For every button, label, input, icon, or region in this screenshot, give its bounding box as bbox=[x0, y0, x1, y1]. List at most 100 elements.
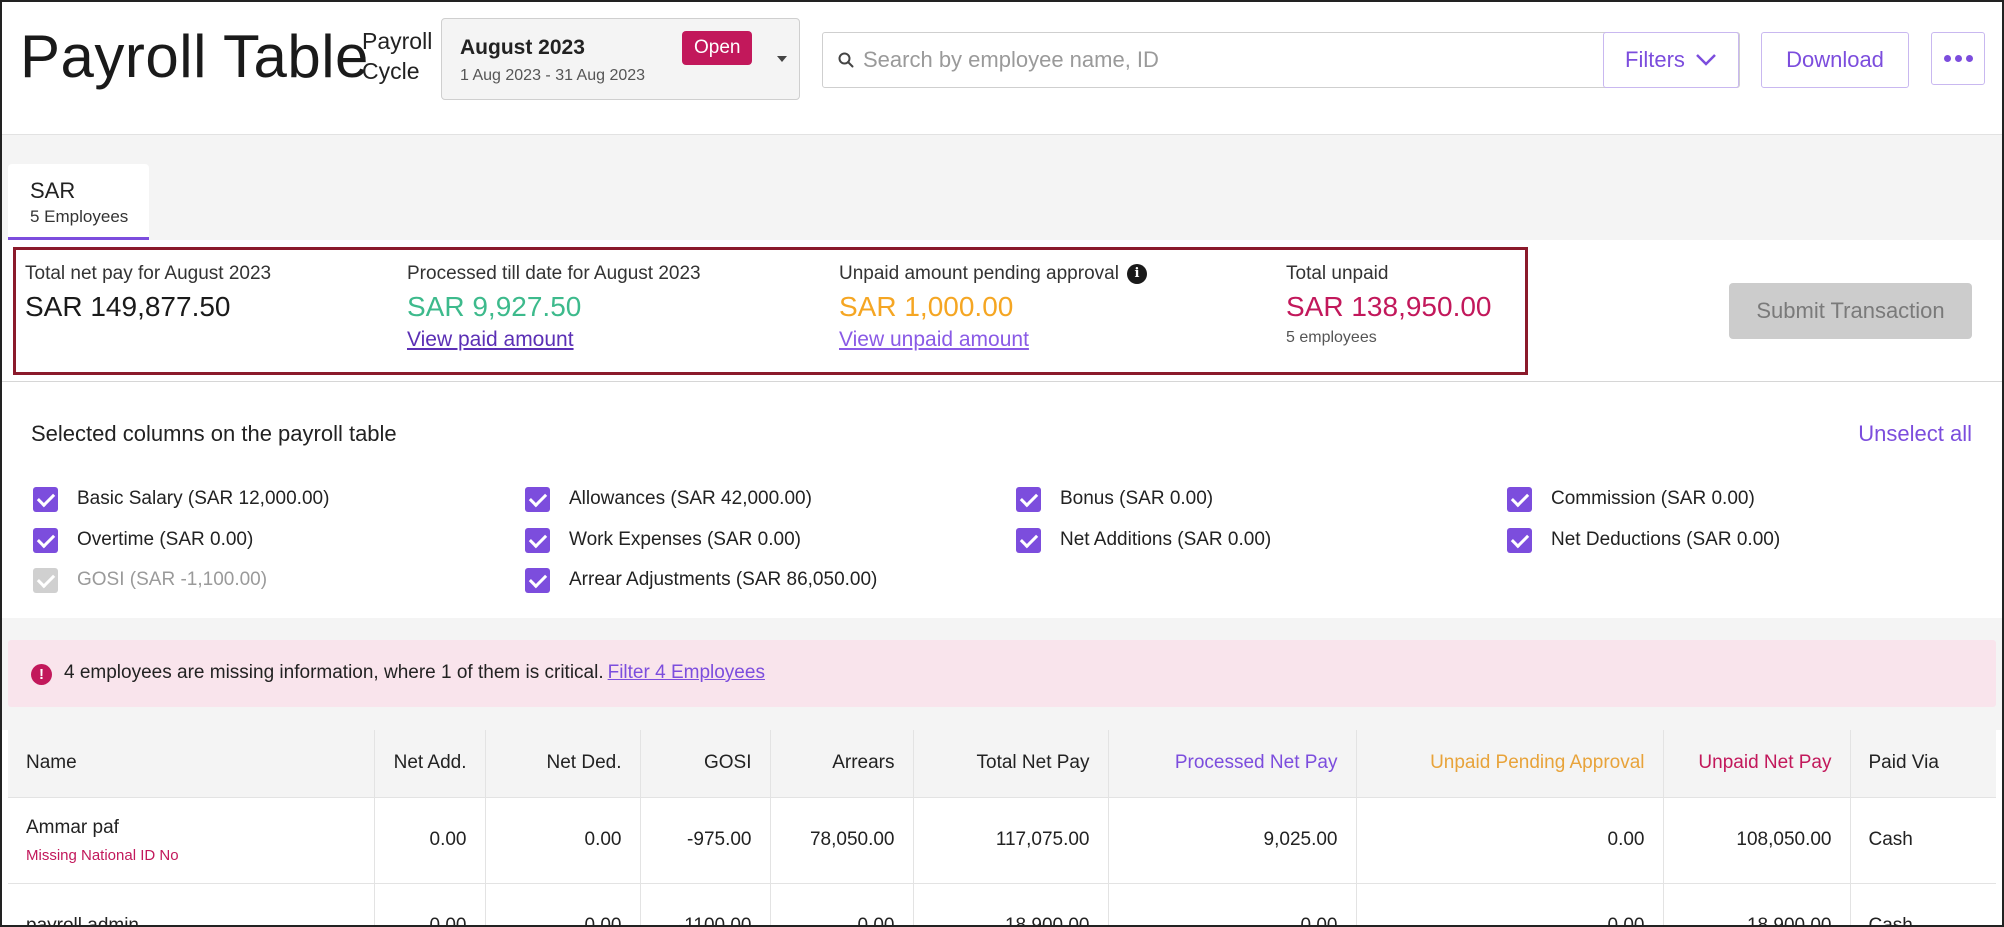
payroll-cycle-label: Payroll Cycle bbox=[362, 28, 433, 84]
checkbox-checked-icon bbox=[525, 486, 550, 512]
cell-arrears: 78,050.00 bbox=[770, 797, 914, 884]
header-gosi[interactable]: GOSI bbox=[640, 730, 771, 798]
column-checkbox-gosi: GOSI (SAR -1,100.00) bbox=[33, 565, 267, 595]
column-checkbox-bonus[interactable]: Bonus (SAR 0.00) bbox=[1016, 484, 1213, 514]
selected-columns-section: Selected columns on the payroll table Un… bbox=[2, 383, 2002, 618]
checkbox-checked-icon bbox=[1016, 486, 1041, 512]
currency-tab-bar bbox=[2, 135, 2002, 240]
payroll-cycle-select[interactable]: August 2023 1 Aug 2023 - 31 Aug 2023 Ope… bbox=[441, 18, 800, 100]
header-unpaid-pending-approval[interactable]: Unpaid Pending Approval bbox=[1356, 730, 1664, 798]
tab-employee-count: 5 Employees bbox=[30, 207, 129, 226]
cell-arrears: 0.00 bbox=[770, 883, 914, 925]
checkbox-label: Work Expenses (SAR 0.00) bbox=[569, 529, 801, 550]
search-icon bbox=[838, 52, 854, 68]
caret-down-icon bbox=[777, 56, 787, 62]
checkbox-label: GOSI (SAR -1,100.00) bbox=[77, 569, 268, 590]
header-net-add[interactable]: Net Add. bbox=[374, 730, 486, 798]
checkbox-label: Overtime (SAR 0.00) bbox=[77, 529, 254, 550]
app-frame: Payroll Table Payroll Cycle August 2023 … bbox=[0, 0, 2004, 927]
checkbox-checked-icon bbox=[525, 567, 550, 593]
tab-label: SAR bbox=[30, 178, 76, 203]
header-name[interactable]: Name bbox=[8, 730, 375, 798]
submit-transaction-button[interactable]: Submit Transaction bbox=[1729, 283, 1972, 339]
employee-name[interactable]: payroll admin bbox=[26, 915, 356, 925]
header-total-net-pay[interactable]: Total Net Pay bbox=[913, 730, 1109, 798]
checkbox-label: Net Deductions (SAR 0.00) bbox=[1551, 529, 1781, 550]
total-unpaid-employee-count: 5 employees bbox=[1286, 329, 1377, 346]
summary-highlight-box: Total net pay for August 2023 SAR 149,87… bbox=[13, 247, 1528, 375]
cycle-month: August 2023 bbox=[460, 36, 585, 59]
column-checkbox-basic-salary[interactable]: Basic Salary (SAR 12,000.00) bbox=[33, 484, 329, 514]
total-net-pay-block: Total net pay for August 2023 SAR 149,87… bbox=[25, 263, 271, 323]
cell-unpaid-pending-approval: 0.00 bbox=[1356, 883, 1664, 925]
table-row[interactable]: Ammar paf Missing National ID No 0.00 0.… bbox=[8, 797, 1996, 884]
column-checkbox-commission[interactable]: Commission (SAR 0.00) bbox=[1507, 484, 1755, 514]
tab-sar[interactable]: SAR 5 Employees bbox=[8, 164, 149, 240]
cell-paid-via: Cash bbox=[1850, 797, 1996, 884]
total-unpaid-label: Total unpaid bbox=[1286, 263, 1389, 284]
checkbox-label: Commission (SAR 0.00) bbox=[1551, 488, 1755, 509]
header-paid-via[interactable]: Paid Via bbox=[1850, 730, 1996, 798]
total-net-pay-label: Total net pay for August 2023 bbox=[25, 263, 272, 284]
filter-employees-link[interactable]: Filter 4 Employees bbox=[608, 662, 765, 683]
cycle-status-badge: Open bbox=[682, 31, 753, 65]
cycle-date-range: 1 Aug 2023 - 31 Aug 2023 bbox=[460, 67, 646, 84]
cell-gosi: -1100.00 bbox=[640, 883, 771, 925]
processed-block: Processed till date for August 2023 SAR … bbox=[407, 263, 701, 352]
column-checkbox-allowances[interactable]: Allowances (SAR 42,000.00) bbox=[525, 484, 812, 514]
column-checkbox-arrear-adjustments[interactable]: Arrear Adjustments (SAR 86,050.00) bbox=[525, 565, 877, 595]
chevron-down-icon bbox=[1696, 54, 1716, 66]
column-checkbox-work-expenses[interactable]: Work Expenses (SAR 0.00) bbox=[525, 525, 801, 555]
table-header-row: Name Net Add. Net Ded. GOSI Arrears Tota… bbox=[8, 730, 1996, 798]
employee-missing-info: Missing National ID No bbox=[26, 846, 179, 864]
column-checkbox-overtime[interactable]: Overtime (SAR 0.00) bbox=[33, 525, 253, 555]
search-input[interactable] bbox=[863, 41, 1603, 79]
checkbox-label: Arrear Adjustments (SAR 86,050.00) bbox=[569, 569, 878, 590]
cell-processed-net-pay: 9,025.00 bbox=[1108, 797, 1357, 884]
checkbox-checked-icon bbox=[1507, 486, 1532, 512]
processed-value: SAR 9,927.50 bbox=[407, 291, 582, 322]
page-title: Payroll Table bbox=[20, 23, 369, 90]
cell-unpaid-pending-approval: 0.00 bbox=[1356, 797, 1664, 884]
cell-total-net-pay: 18,900.00 bbox=[913, 883, 1109, 925]
checkbox-checked-icon bbox=[525, 527, 550, 553]
checkbox-label: Basic Salary (SAR 12,000.00) bbox=[77, 488, 330, 509]
view-paid-amount-link[interactable]: View paid amount bbox=[407, 328, 574, 352]
unselect-all-link[interactable]: Unselect all bbox=[1858, 421, 1972, 447]
download-button[interactable]: Download bbox=[1761, 32, 1909, 88]
info-icon[interactable]: i bbox=[1126, 263, 1147, 284]
more-dots-icon bbox=[1943, 55, 1951, 62]
cell-gosi: -975.00 bbox=[640, 797, 771, 884]
checkbox-label: Net Additions (SAR 0.00) bbox=[1060, 529, 1272, 550]
header-unpaid-net-pay[interactable]: Unpaid Net Pay bbox=[1663, 730, 1851, 798]
header-net-ded[interactable]: Net Ded. bbox=[485, 730, 641, 798]
alert-icon: ! bbox=[31, 664, 52, 685]
filters-button-label: Filters bbox=[1625, 47, 1685, 72]
checkbox-checked-icon bbox=[1016, 527, 1041, 553]
checkbox-checked-icon bbox=[1507, 527, 1532, 553]
view-unpaid-amount-link[interactable]: View unpaid amount bbox=[839, 328, 1029, 352]
total-unpaid-value: SAR 138,950.00 bbox=[1286, 291, 1492, 322]
column-checkbox-net-additions[interactable]: Net Additions (SAR 0.00) bbox=[1016, 525, 1271, 555]
checkbox-label: Bonus (SAR 0.00) bbox=[1060, 488, 1214, 509]
more-options-button[interactable] bbox=[1931, 32, 1985, 85]
employee-name[interactable]: Ammar paf bbox=[26, 817, 356, 839]
checkbox-checked-disabled-icon bbox=[33, 567, 58, 593]
checkbox-checked-icon bbox=[33, 527, 58, 553]
header-processed-net-pay[interactable]: Processed Net Pay bbox=[1108, 730, 1357, 798]
filters-button[interactable]: Filters bbox=[1603, 32, 1739, 88]
checkbox-label: Allowances (SAR 42,000.00) bbox=[569, 488, 812, 509]
cell-net-add: 0.00 bbox=[374, 797, 486, 884]
pending-label: Unpaid amount pending approval bbox=[839, 263, 1119, 284]
pending-value: SAR 1,000.00 bbox=[839, 291, 1014, 322]
page-header: Payroll Table Payroll Cycle August 2023 … bbox=[2, 2, 2002, 135]
column-checkbox-net-deductions[interactable]: Net Deductions (SAR 0.00) bbox=[1507, 525, 1780, 555]
table-row[interactable]: payroll admin 0.00 0.00 -1100.00 0.00 18… bbox=[8, 883, 1996, 925]
employee-name-cell: payroll admin bbox=[8, 883, 375, 925]
total-unpaid-block: Total unpaid SAR 138,950.00 5 employees bbox=[1286, 263, 1492, 347]
employee-name-cell: Ammar paf Missing National ID No bbox=[8, 797, 375, 884]
header-arrears[interactable]: Arrears bbox=[770, 730, 914, 798]
checkbox-checked-icon bbox=[33, 486, 58, 512]
missing-info-banner: ! 4 employees are missing information, w… bbox=[8, 640, 1996, 707]
cell-net-ded: 0.00 bbox=[485, 883, 641, 925]
